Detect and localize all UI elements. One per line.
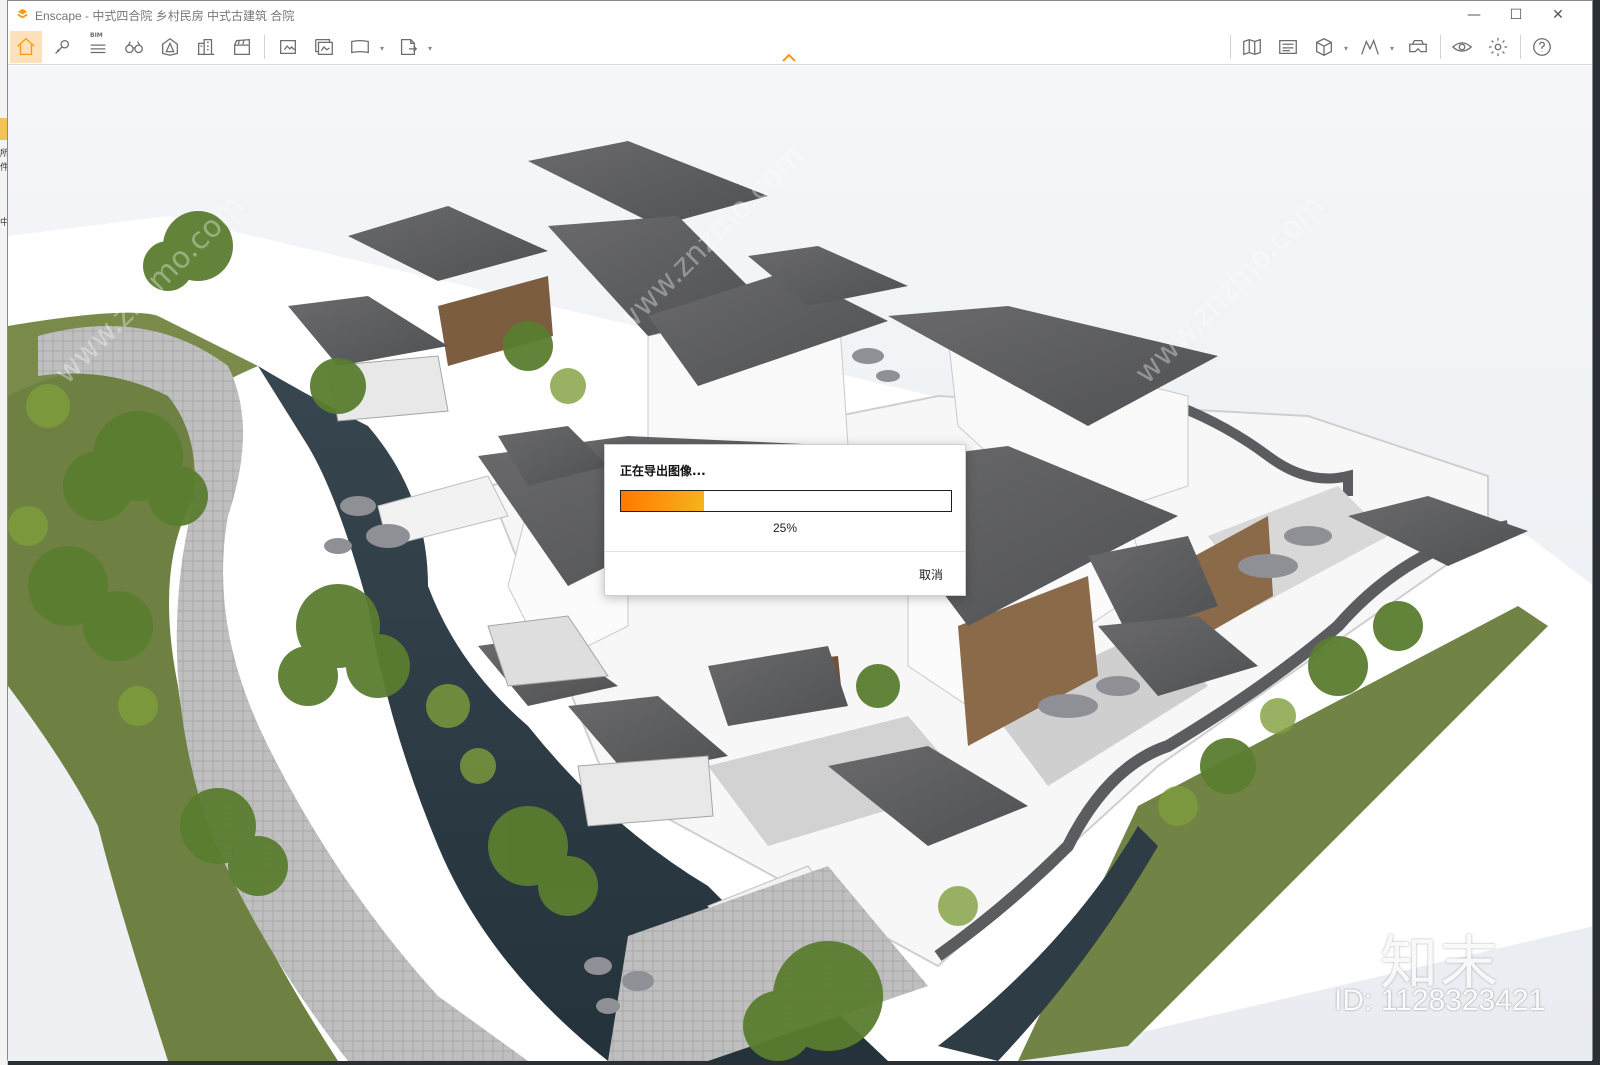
map-icon xyxy=(1243,38,1261,56)
window-title: Enscape - 中式四合院 乡村民房 中式古建筑 合院 xyxy=(35,9,295,23)
binoculars-icon xyxy=(125,41,143,54)
walk-mode-icon xyxy=(1361,38,1379,55)
export-exe-button[interactable] xyxy=(392,31,424,63)
map-button[interactable] xyxy=(1236,31,1268,63)
cube-view-button[interactable] xyxy=(1308,31,1340,63)
maximize-button[interactable]: ☐ xyxy=(1496,3,1536,27)
walk-dropdown-icon[interactable]: ▾ xyxy=(1390,44,1394,53)
settings-button[interactable] xyxy=(1482,31,1514,63)
buildings-icon xyxy=(197,39,215,55)
toolbar-separator xyxy=(1230,35,1231,59)
progress-bar-fill xyxy=(621,491,704,511)
progress-bar xyxy=(620,490,952,512)
progress-percentage: 25% xyxy=(772,521,798,535)
toolbar-separator xyxy=(1520,35,1521,59)
export-progress-dialog: 正在导出图像... 25% 取消 xyxy=(604,444,966,596)
help-button[interactable] xyxy=(1526,31,1558,63)
batch-render-icon xyxy=(315,39,333,55)
bim-label: BIM xyxy=(90,32,103,39)
panorama-button[interactable] xyxy=(344,31,376,63)
panorama-icon xyxy=(351,39,369,54)
vr-headset-button[interactable] xyxy=(1402,31,1434,63)
chevron-up-icon xyxy=(782,53,796,62)
desktop: 所 件 中 Enscape - 中式四合院 乡村民房 中式古建筑 合院 — ☐ … xyxy=(0,0,1600,1065)
atmosphere-button[interactable] xyxy=(154,31,186,63)
minimize-button[interactable]: — xyxy=(1454,3,1494,27)
atmosphere-icon xyxy=(162,37,178,56)
export-exe-icon xyxy=(400,39,418,55)
link-button[interactable] xyxy=(46,31,78,63)
cancel-button[interactable]: 取消 xyxy=(919,566,943,583)
clapper-button[interactable] xyxy=(226,31,258,63)
home-icon xyxy=(17,37,35,55)
screenshot-icon xyxy=(280,39,296,55)
cube-view-icon xyxy=(1316,38,1332,56)
home-button[interactable] xyxy=(10,31,42,63)
title-bar[interactable]: Enscape - 中式四合院 乡村民房 中式古建筑 合院 — ☐ ✕ xyxy=(8,1,1592,29)
asset-library-button[interactable] xyxy=(1272,31,1304,63)
enscape-logo-icon xyxy=(17,8,28,19)
toolbar-separator xyxy=(1440,35,1441,59)
toolbar-separator xyxy=(264,35,265,59)
dialog-title: 正在导出图像... xyxy=(620,464,706,478)
bim-button[interactable]: BIM xyxy=(82,31,114,63)
close-button[interactable]: ✕ xyxy=(1538,3,1578,27)
enscape-window: Enscape - 中式四合院 乡村民房 中式古建筑 合院 — ☐ ✕ BIM xyxy=(7,0,1593,1061)
buildings-button[interactable] xyxy=(190,31,222,63)
batch-render-button[interactable] xyxy=(308,31,340,63)
clapper-icon xyxy=(234,38,250,55)
toolbar-collapse-button[interactable] xyxy=(780,49,798,62)
cube-dropdown-icon[interactable]: ▾ xyxy=(1344,44,1348,53)
screenshot-button[interactable] xyxy=(272,31,304,63)
render-viewport[interactable]: www.znzmo.com www.znzmo.com www.znzmo.co… xyxy=(8,66,1592,1061)
visual-settings-button[interactable] xyxy=(1446,31,1478,63)
bim-icon xyxy=(90,44,106,54)
visual-settings-icon xyxy=(1451,42,1473,52)
settings-gear-icon xyxy=(1488,37,1508,57)
help-icon xyxy=(1533,38,1551,56)
dialog-divider xyxy=(605,551,965,552)
asset-library-icon xyxy=(1279,39,1297,55)
export-dropdown-icon[interactable]: ▾ xyxy=(428,44,432,53)
panorama-dropdown-icon[interactable]: ▾ xyxy=(380,44,384,53)
binoculars-button[interactable] xyxy=(118,31,150,63)
walk-mode-button[interactable] xyxy=(1354,31,1386,63)
toolbar: BIM ▾ ▾ ▾ ▾ xyxy=(8,29,1592,65)
vr-headset-icon xyxy=(1409,39,1427,53)
link-icon xyxy=(55,39,70,54)
